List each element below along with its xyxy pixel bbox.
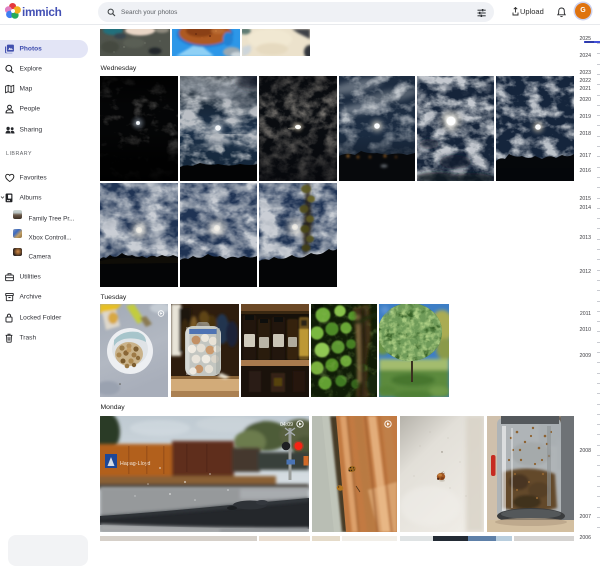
svg-text:Hapag-Lloyd: Hapag-Lloyd <box>120 461 151 467</box>
svg-text:04:09: 04:09 <box>280 422 293 428</box>
